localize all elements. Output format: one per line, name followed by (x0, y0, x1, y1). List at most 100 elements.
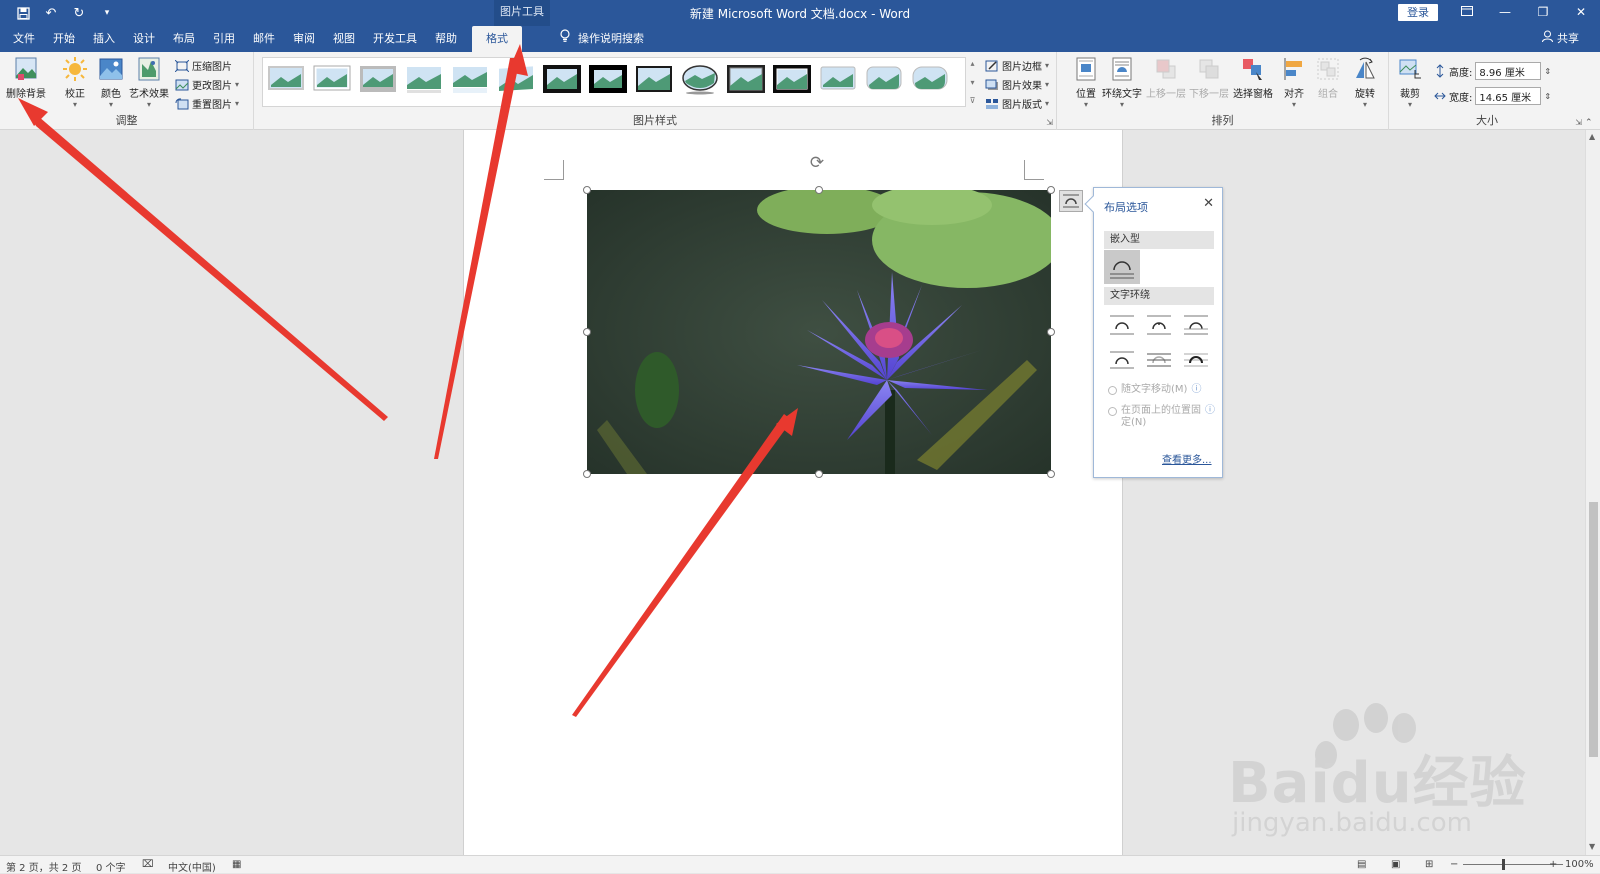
proofing-icon[interactable]: ⌧ (142, 859, 154, 870)
tab-view[interactable]: 视图 (324, 26, 364, 52)
tab-mailings[interactable]: 邮件 (244, 26, 284, 52)
group-button[interactable]: 组合 (1315, 56, 1341, 100)
gallery-more-icon[interactable]: ⊽ (967, 96, 978, 105)
picture-border-button[interactable]: 图片边框 ▾ (985, 58, 1049, 73)
remove-background-button[interactable]: 删除背景 (6, 56, 46, 100)
style-thumb-5[interactable] (450, 63, 490, 95)
save-icon[interactable] (14, 4, 32, 22)
close-icon[interactable]: ✕ (1203, 196, 1214, 211)
wrap-inline-icon[interactable] (1104, 250, 1140, 284)
wrap-tight-icon[interactable] (1145, 312, 1173, 338)
color-button[interactable]: 颜色 ▾ (98, 56, 124, 109)
scroll-up-icon[interactable]: ▲ (1589, 132, 1595, 141)
fix-position-option[interactable]: 在页面上的位置固定(N) ⓘ (1108, 405, 1220, 429)
height-input[interactable] (1475, 62, 1542, 80)
wrap-behind-text-icon[interactable] (1145, 346, 1173, 372)
corrections-button[interactable]: 校正 ▾ (62, 56, 88, 109)
selection-pane-button[interactable]: 选择窗格 (1233, 56, 1273, 100)
move-with-text-radio[interactable] (1108, 386, 1117, 395)
picture-styles-launcher-icon[interactable]: ⇲ (1046, 118, 1053, 127)
style-thumb-3[interactable] (358, 63, 398, 95)
wrap-square-icon[interactable] (1108, 312, 1136, 338)
vertical-scrollbar[interactable]: ▲ ▼ (1585, 130, 1600, 855)
wrap-in-front-icon[interactable] (1182, 346, 1210, 372)
zoom-slider-thumb[interactable] (1502, 859, 1505, 870)
scroll-down-icon[interactable]: ▼ (1589, 842, 1595, 851)
tab-references[interactable]: 引用 (204, 26, 244, 52)
tab-developer[interactable]: 开发工具 (364, 26, 426, 52)
zoom-in-icon[interactable]: + (1549, 859, 1557, 870)
send-backward-button[interactable]: 下移一层 (1189, 56, 1229, 100)
resize-handle-nw[interactable] (583, 186, 591, 194)
see-more-link[interactable]: 查看更多... (1162, 451, 1212, 466)
style-thumb-2[interactable] (312, 63, 352, 95)
login-button[interactable]: 登录 (1398, 4, 1438, 21)
width-spinner[interactable]: ⇕ (1544, 92, 1551, 101)
gallery-down-icon[interactable]: ▾ (967, 78, 978, 87)
size-launcher-icon[interactable]: ⇲ (1575, 118, 1582, 127)
wrap-top-bottom-icon[interactable] (1108, 346, 1136, 372)
redo-icon[interactable]: ↻ (70, 4, 88, 22)
resize-handle-w[interactable] (583, 328, 591, 336)
crop-button[interactable]: 裁剪 ▾ (1397, 56, 1423, 109)
tab-file[interactable]: 文件 (4, 26, 44, 52)
ribbon-display-icon[interactable] (1455, 2, 1479, 22)
collapse-ribbon-icon[interactable]: ⌃ (1585, 118, 1593, 128)
share-button[interactable]: 共享 (1542, 26, 1579, 52)
fix-position-radio[interactable] (1108, 407, 1117, 416)
resize-handle-se[interactable] (1047, 470, 1055, 478)
tab-insert[interactable]: 插入 (84, 26, 124, 52)
width-input[interactable] (1475, 87, 1542, 105)
style-thumb-15[interactable] (910, 63, 950, 95)
style-thumb-14[interactable] (864, 63, 904, 95)
wrap-text-button[interactable]: 环绕文字 ▾ (1102, 56, 1142, 109)
rotate-handle-icon[interactable]: ⟳ (807, 153, 827, 173)
wrap-through-icon[interactable] (1182, 312, 1210, 338)
style-thumb-10-oval[interactable] (680, 63, 720, 95)
style-thumb-1[interactable] (266, 63, 306, 95)
compress-pictures-button[interactable]: 压缩图片 (175, 58, 232, 73)
resize-handle-sw[interactable] (583, 470, 591, 478)
reset-picture-button[interactable]: 重置图片 ▾ (175, 96, 239, 111)
style-thumb-8[interactable] (588, 63, 628, 95)
style-thumb-9[interactable] (634, 63, 674, 95)
tab-design[interactable]: 设计 (124, 26, 164, 52)
minimize-icon[interactable]: — (1493, 2, 1517, 22)
page-count[interactable]: 第 2 页，共 2 页 (6, 859, 81, 874)
artistic-effects-button[interactable]: 艺术效果 ▾ (129, 56, 169, 109)
tab-review[interactable]: 审阅 (284, 26, 324, 52)
tab-layout[interactable]: 布局 (164, 26, 204, 52)
close-icon[interactable]: ✕ (1569, 2, 1593, 22)
zoom-slider[interactable] (1463, 864, 1563, 865)
height-spinner[interactable]: ⇕ (1544, 67, 1551, 76)
zoom-level[interactable]: 100% (1565, 859, 1594, 870)
read-mode-icon[interactable]: ▤ (1357, 859, 1366, 870)
style-thumb-12[interactable] (772, 63, 812, 95)
style-thumb-7[interactable] (542, 63, 582, 95)
tab-format[interactable]: 格式 (472, 26, 522, 52)
gallery-up-icon[interactable]: ▴ (967, 59, 978, 68)
resize-handle-s[interactable] (815, 470, 823, 478)
style-thumb-13[interactable] (818, 63, 858, 95)
change-picture-button[interactable]: 更改图片 ▾ (175, 77, 239, 92)
resize-handle-ne[interactable] (1047, 186, 1055, 194)
move-with-text-option[interactable]: 随文字移动(M) ⓘ (1108, 384, 1201, 396)
undo-icon[interactable]: ↶ (42, 4, 60, 22)
web-layout-icon[interactable]: ⊞ (1425, 859, 1433, 870)
picture-layout-button[interactable]: 图片版式 ▾ (985, 96, 1049, 111)
customize-qat-icon[interactable]: ▾ (98, 4, 116, 22)
word-count[interactable]: 0 个字 (96, 859, 126, 874)
restore-icon[interactable]: ❐ (1531, 2, 1555, 22)
selected-picture-water-lily[interactable] (587, 190, 1051, 474)
scroll-thumb[interactable] (1589, 502, 1598, 757)
language-indicator[interactable]: 中文(中国) (168, 859, 216, 874)
layout-options-button[interactable] (1059, 190, 1083, 212)
bring-forward-button[interactable]: 上移一层 (1146, 56, 1186, 100)
align-button[interactable]: 对齐 ▾ (1281, 56, 1307, 109)
style-thumb-6[interactable] (496, 63, 536, 95)
resize-handle-e[interactable] (1047, 328, 1055, 336)
print-layout-icon[interactable]: ▣ (1391, 859, 1400, 870)
tell-me-search[interactable]: 操作说明搜索 (560, 26, 644, 52)
macro-icon[interactable]: ▦ (232, 859, 241, 870)
tab-help[interactable]: 帮助 (426, 26, 466, 52)
